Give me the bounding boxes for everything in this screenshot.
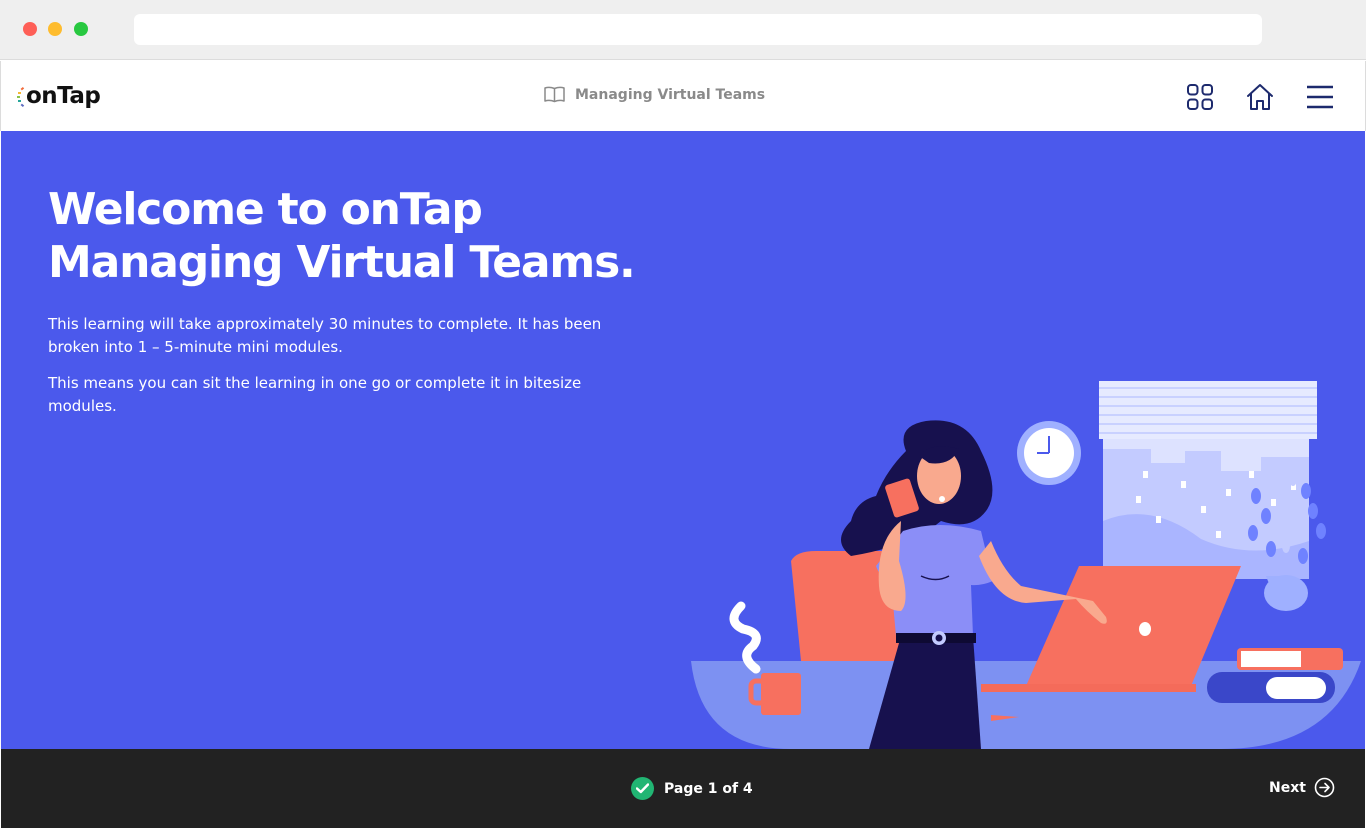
next-button[interactable]: Next: [1269, 777, 1335, 798]
course-title: Managing Virtual Teams: [575, 86, 766, 103]
title-line-1: Welcome to onTap: [48, 184, 483, 235]
window-maximize-button[interactable]: [74, 22, 88, 36]
next-button-label: Next: [1269, 779, 1306, 796]
arrow-right-circle-icon: [1314, 777, 1335, 798]
book-icon: [544, 86, 565, 103]
course-title-group: Managing Virtual Teams: [544, 86, 765, 103]
logo-sunburst-icon: [17, 86, 25, 108]
window-close-button[interactable]: [23, 22, 37, 36]
hamburger-menu-icon[interactable]: [1305, 82, 1335, 112]
window-minimize-button[interactable]: [48, 22, 62, 36]
ontap-logo[interactable]: onTap: [17, 81, 101, 111]
check-circle-icon: [631, 777, 654, 800]
home-icon[interactable]: [1245, 82, 1275, 112]
logo-text: onTap: [26, 83, 101, 109]
footer-navigation: Page 1 of 4 Next: [1, 749, 1365, 828]
title-line-2: Managing Virtual Teams.: [48, 237, 636, 288]
grid-icon[interactable]: [1185, 82, 1215, 112]
woman-at-desk-illustration: [691, 381, 1361, 749]
page-count-text: Page 1 of 4: [664, 780, 753, 797]
wall-clock-illustration: [1017, 421, 1081, 485]
intro-paragraph-format: This means you can sit the learning in o…: [48, 374, 582, 415]
intro-paragraph-duration: This learning will take approximately 30…: [48, 315, 602, 356]
browser-toolbar: [0, 0, 1366, 60]
welcome-panel: Welcome to onTap Managing Virtual Teams.…: [1, 131, 1365, 749]
address-bar[interactable]: [134, 14, 1262, 45]
page-title: Welcome to onTap Managing Virtual Teams.: [48, 183, 688, 289]
page-indicator: Page 1 of 4: [631, 777, 753, 800]
stacked-books-illustration: [1207, 648, 1343, 703]
